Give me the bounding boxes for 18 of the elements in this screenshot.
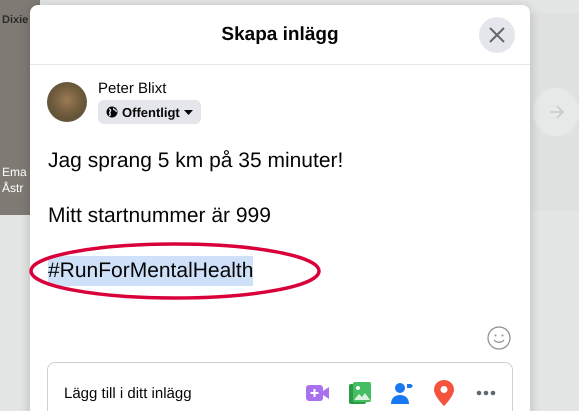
author-name: Peter Blixt — [98, 80, 166, 97]
caret-icon — [184, 110, 193, 114]
close-button[interactable] — [479, 17, 515, 53]
story-title: Dixie — [2, 14, 30, 26]
story-name: Ema — [2, 165, 28, 179]
dialog-title: Skapa inlägg — [221, 24, 339, 46]
globe-icon — [106, 106, 118, 118]
post-text: Mitt startnummer är 999 — [48, 203, 271, 229]
audience-button[interactable]: Offentligt — [98, 100, 201, 124]
emoji-icon[interactable] — [487, 326, 511, 350]
close-icon — [489, 27, 505, 43]
add-to-post-label: Lägg till i ditt inlägg — [64, 384, 193, 402]
post-text: #RunForMentalHealth — [48, 256, 254, 286]
photo-icon[interactable] — [346, 379, 374, 407]
arrow-icon — [549, 105, 565, 119]
post-text: Jag sprang 5 km på 35 minuter! — [48, 148, 344, 174]
story-name: Åstr — [2, 181, 24, 195]
avatar — [47, 82, 87, 122]
